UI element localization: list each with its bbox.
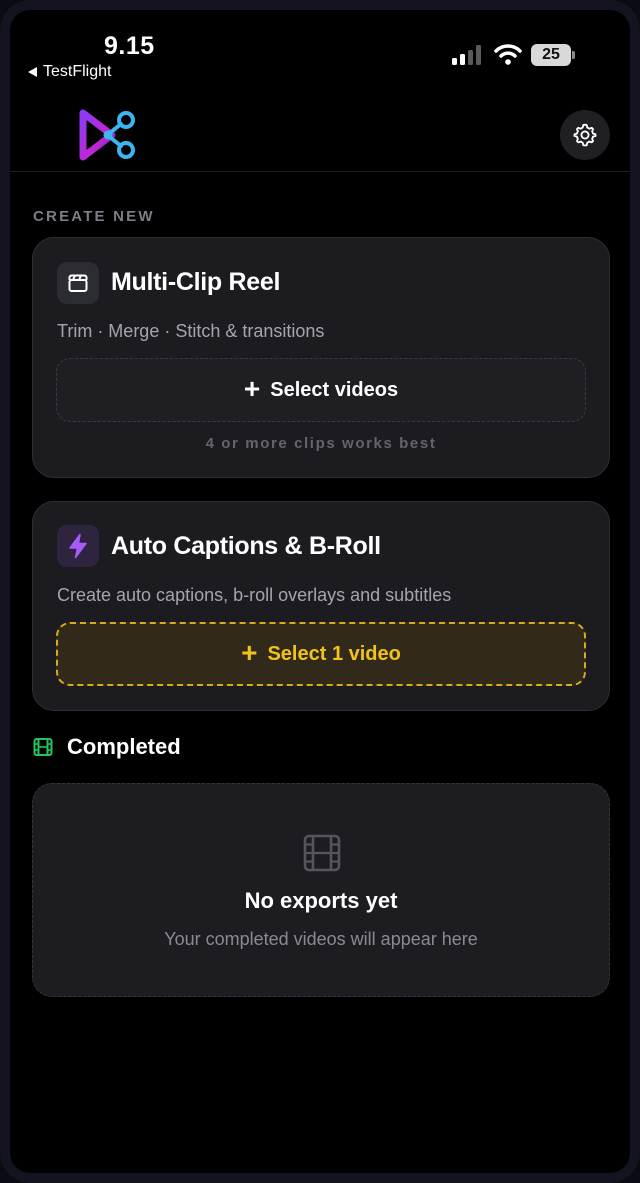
app-logo-icon	[79, 109, 135, 161]
cellular-signal-icon	[452, 45, 481, 65]
plus-icon: +	[241, 636, 258, 668]
auto-captions-card: Auto Captions & B-Roll Create auto capti…	[32, 501, 610, 711]
completed-header: Completed	[33, 734, 181, 760]
empty-title: No exports yet	[244, 888, 398, 913]
completed-title: Completed	[67, 734, 181, 759]
back-app-label: TestFlight	[43, 63, 112, 80]
multi-clip-hint: 4 or more clips works best	[205, 435, 437, 452]
gear-icon	[573, 123, 597, 147]
multi-clip-reel-card: Multi-Clip Reel Trim · Merge · Stitch & …	[32, 237, 610, 478]
lightning-icon	[57, 525, 99, 567]
multi-clip-title: Multi-Clip Reel	[111, 268, 281, 296]
header-divider	[10, 171, 630, 172]
select-one-video-label: Select 1 video	[267, 642, 401, 665]
back-to-testflight-link[interactable]: TestFlight	[28, 63, 111, 81]
plus-icon: +	[243, 372, 261, 404]
wifi-icon	[494, 44, 522, 65]
select-videos-button[interactable]: + Select videos	[56, 358, 586, 422]
status-time: 9.15	[104, 32, 155, 60]
empty-subtitle: Your completed videos will appear here	[164, 929, 478, 949]
battery-indicator: 25	[531, 44, 575, 66]
battery-level: 25	[531, 44, 571, 66]
film-icon	[33, 738, 53, 756]
multi-clip-description: Trim · Merge · Stitch & transitions	[57, 321, 325, 341]
select-one-video-button[interactable]: + Select 1 video	[56, 622, 586, 686]
auto-captions-title: Auto Captions & B-Roll	[111, 532, 381, 560]
battery-cap	[572, 51, 575, 59]
select-videos-label: Select videos	[270, 378, 399, 401]
empty-exports-state: No exports yet Your completed videos wil…	[32, 783, 610, 997]
create-new-label: CREATE NEW	[33, 208, 155, 225]
settings-button[interactable]	[560, 110, 610, 160]
auto-captions-description: Create auto captions, b-roll overlays an…	[57, 585, 452, 605]
film-strip-icon	[303, 834, 341, 872]
app-screen: 9.15 TestFlight 25 CREATE NEW Multi-Clip…	[0, 0, 640, 1183]
clapperboard-icon	[57, 262, 99, 304]
back-arrow-icon	[28, 67, 37, 77]
